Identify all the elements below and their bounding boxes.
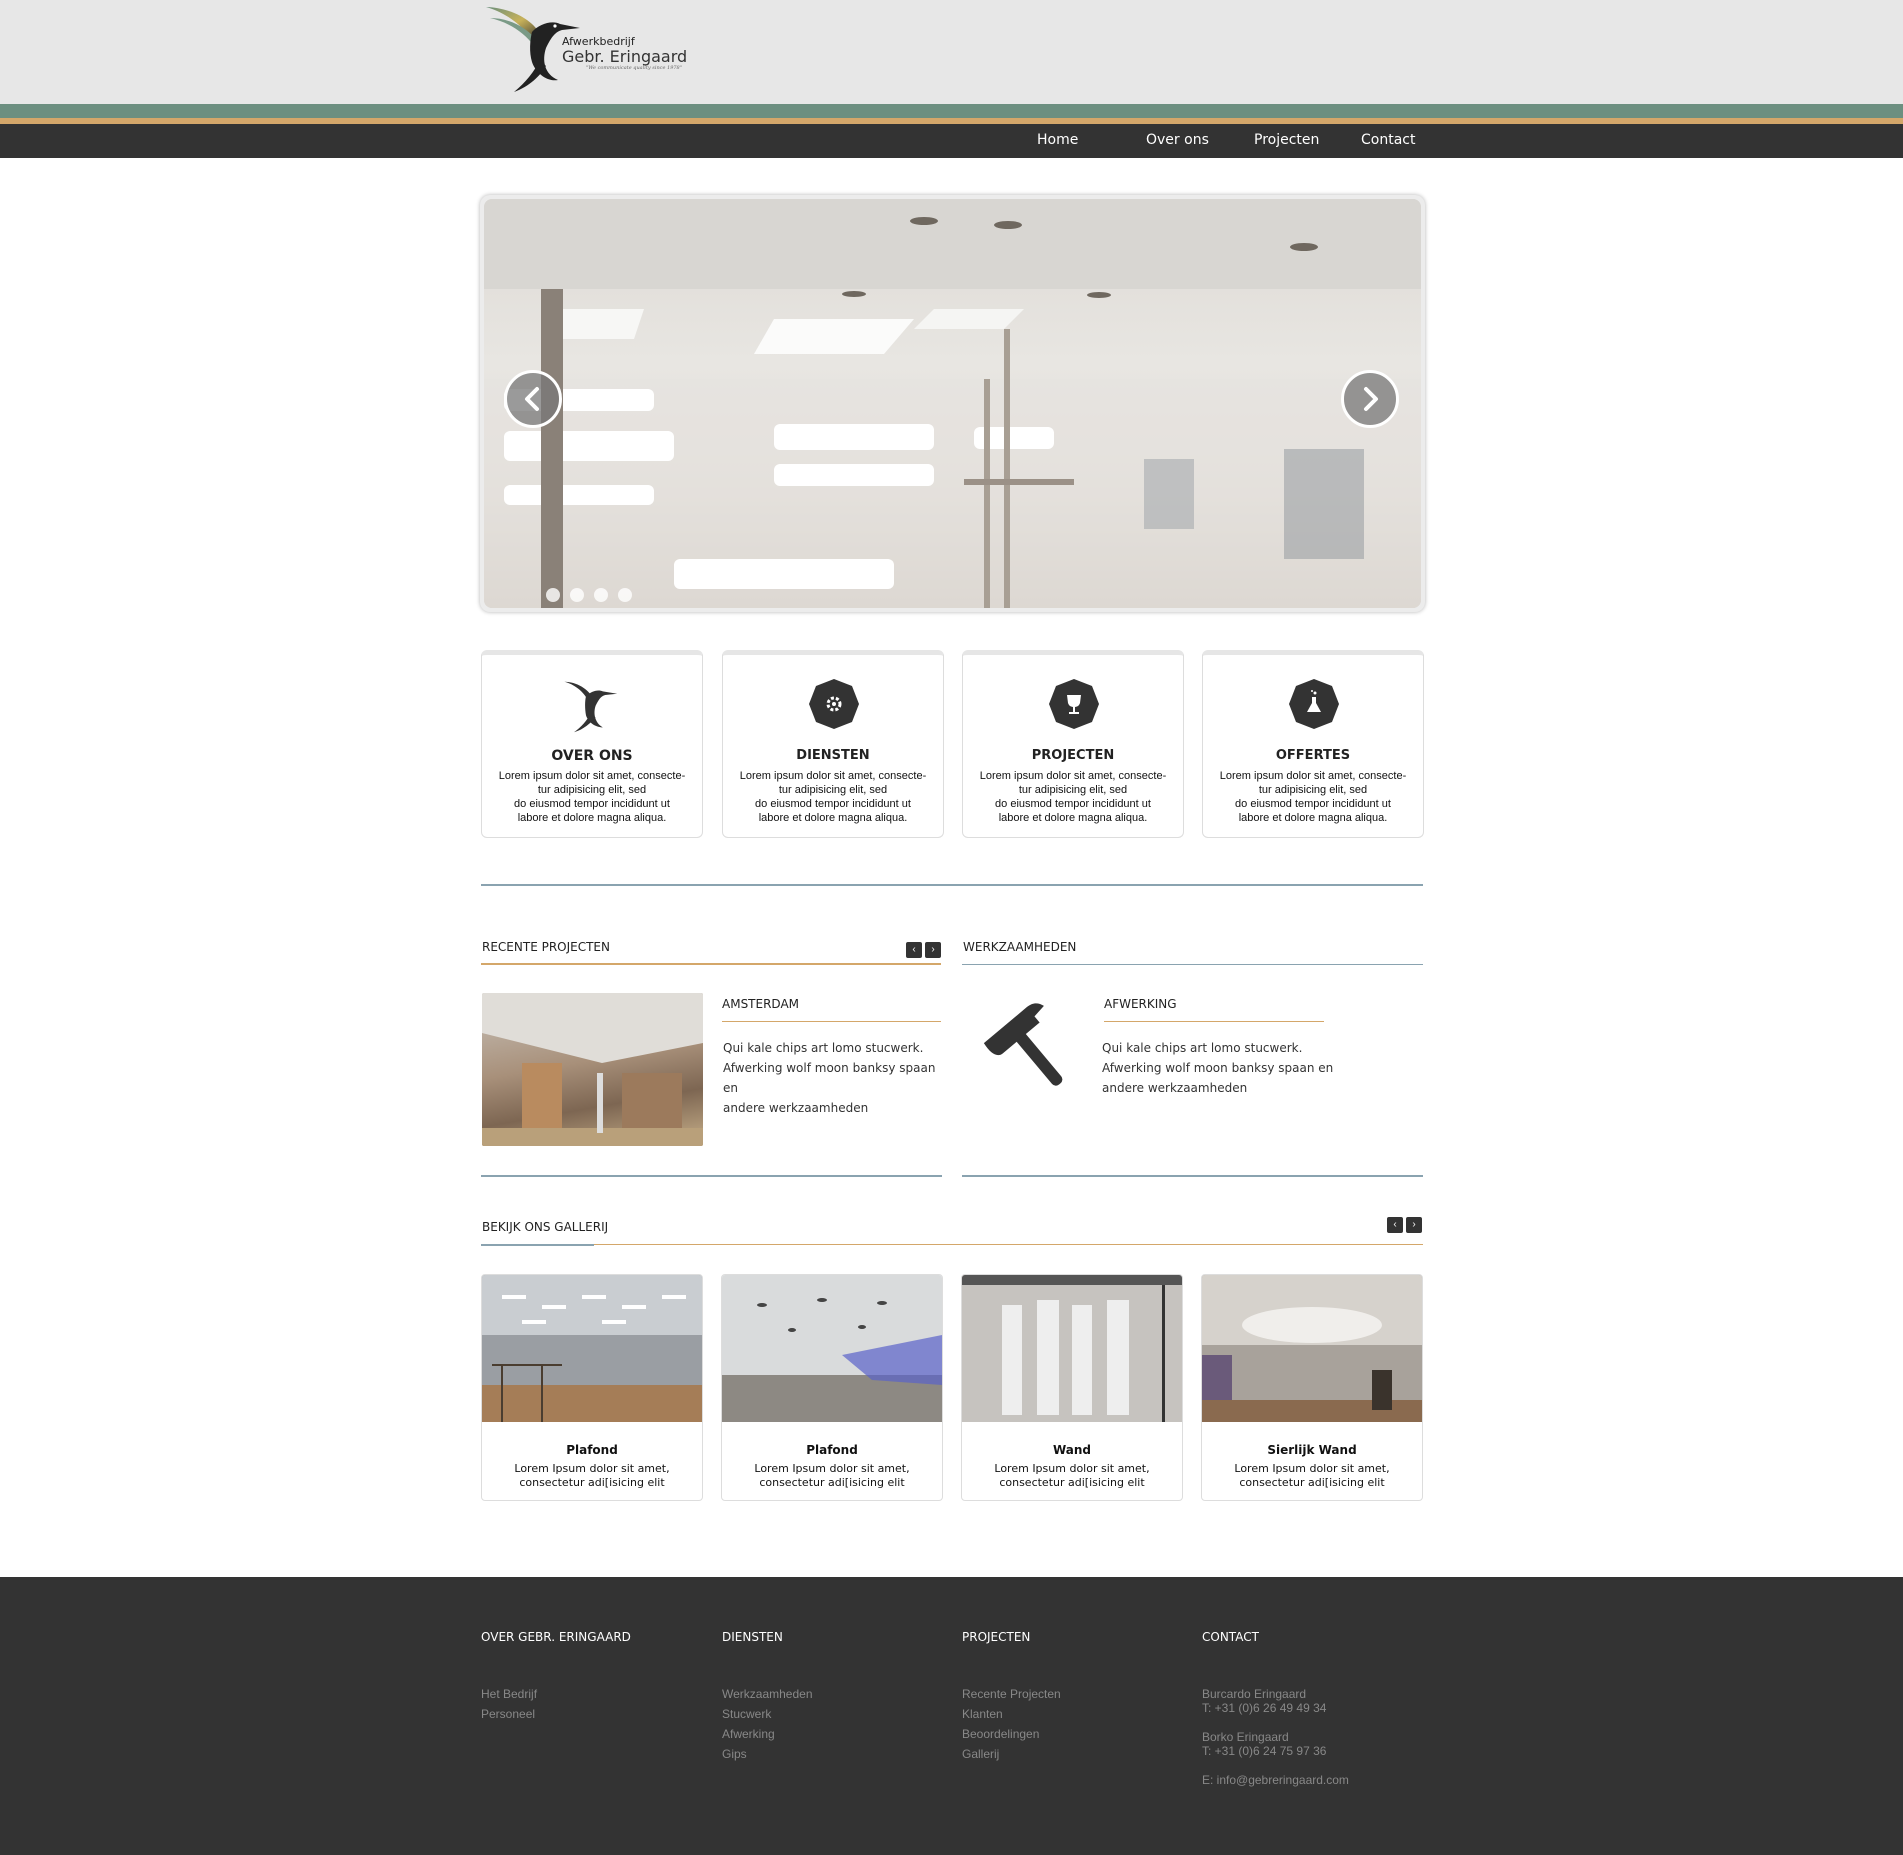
hammer-icon [983,1003,1063,1086]
feature-offertes[interactable]: OFFERTES Lorem ipsum dolor sit amet, con… [1202,650,1424,838]
footer-link-afwerking[interactable]: Afwerking [722,1727,775,1741]
gallery-title: Wand [1052,1443,1092,1457]
slider-dot-1[interactable] [546,588,560,602]
feature-title: OFFERTES [1275,748,1351,763]
recent-next-button[interactable]: › [925,942,941,958]
project-photo [482,993,703,1146]
divider [481,884,1423,886]
chevron-left-icon [525,387,539,411]
gallery-title: Plafond [806,1443,858,1457]
trophy-icon [1049,679,1099,729]
gallery-photo [722,1275,942,1422]
slider-dot-4[interactable] [618,588,632,602]
gallery-underline [481,1244,1423,1245]
contact-2-name: Borko Eringaard [1202,1730,1289,1744]
gallery-card-1[interactable]: Plafond Lorem Ipsum dolor sit amet, cons… [481,1274,703,1501]
feature-over-ons[interactable]: OVER ONS Lorem ipsum dolor sit amet, con… [481,650,703,838]
feature-diensten[interactable]: DIENSTEN Lorem ipsum dolor sit amet, con… [722,650,944,838]
header-stripe-green [0,104,1903,118]
nav-home[interactable]: Home [1037,124,1078,158]
feature-title: OVER ONS [551,748,633,764]
feature-text: Lorem ipsum dolor sit amet, consecte- tu… [729,769,937,825]
main-nav: Home Over ons Projecten Contact [0,124,1903,158]
gallery-underline-accent [481,1244,594,1246]
nav-contact[interactable]: Contact [1361,124,1415,158]
work-title-underline [1104,1021,1324,1022]
feature-text-body: Lorem ipsum dolor sit amet, consecte- tu… [979,770,1167,824]
feature-text: Lorem ipsum dolor sit amet, consecte- tu… [1209,769,1417,825]
gallery-photo [962,1275,1182,1422]
contact-1-name: Burcardo Eringaard [1202,1687,1307,1701]
feature-text-body: Lorem ipsum dolor sit amet, consecte- tu… [1219,770,1407,824]
project-title-underline [722,1021,941,1022]
feature-text-body: Lorem ipsum dolor sit amet, consecte- tu… [739,770,927,824]
flask-icon [1289,679,1339,729]
feature-title: DIENSTEN [796,748,870,763]
project-title[interactable]: AMSTERDAM [722,997,799,1011]
hummingbird-icon [564,681,618,733]
gallery-text: Lorem Ipsum dolor sit amet, consectetur … [514,1462,670,1489]
footer-link-werkzaamheden[interactable]: Werkzaamheden [722,1687,813,1701]
gallery-label: BEKIJK ONS GALLERIJ [482,1220,609,1234]
gallery-text: Lorem Ipsum dolor sit amet, consectetur … [994,1462,1150,1489]
footer-head-projecten: PROJECTEN [962,1630,1031,1644]
recent-prev-button[interactable]: ‹ [906,942,922,958]
divider-left [481,1175,942,1177]
gallery-prev-button[interactable]: ‹ [1387,1217,1403,1233]
gallery-title: Sierlijk Wand [1267,1443,1357,1457]
gallery-card-4[interactable]: Sierlijk Wand Lorem Ipsum dolor sit amet… [1201,1274,1423,1501]
werkzaamheden-underline [962,964,1423,965]
gallery-card-3[interactable]: Wand Lorem Ipsum dolor sit amet, consect… [961,1274,1183,1501]
footer-link-stucwerk[interactable]: Stucwerk [722,1707,771,1721]
brand-tagline: "We communicate quality since 1978" [586,65,683,71]
contact-email[interactable]: E: info@gebreringaard.com [1202,1773,1349,1787]
footer-link-beoordelingen[interactable]: Beoordelingen [962,1727,1039,1741]
project-image-amsterdam[interactable] [482,993,703,1146]
contact-2-phone: T: +31 (0)6 24 75 97 36 [1202,1744,1327,1758]
work-text: Qui kale chips art lomo stucwerk. Afwerk… [1102,1041,1334,1095]
footer-link-gallerij[interactable]: Gallerij [962,1747,999,1761]
footer-link-het-bedrijf[interactable]: Het Bedrijf [481,1687,537,1701]
project-text: Qui kale chips art lomo stucwerk. Afwerk… [723,1041,936,1115]
werkzaamheden-label: WERKZAAMHEDEN [963,940,1077,954]
site-footer [0,1577,1903,1855]
nav-projecten[interactable]: Projecten [1254,124,1319,158]
slider-dot-3[interactable] [594,588,608,602]
slider-dot-2[interactable] [570,588,584,602]
gallery-photo [482,1275,702,1422]
feature-projecten[interactable]: PROJECTEN Lorem ipsum dolor sit amet, co… [962,650,1184,838]
feature-text-body: Lorem ipsum dolor sit amet, consecte- tu… [498,770,686,824]
chevron-right-icon [1364,387,1378,411]
site-header [0,0,1903,104]
slide-photo [484,199,1421,608]
nav-over-ons[interactable]: Over ons [1146,124,1209,158]
footer-link-gips[interactable]: Gips [722,1747,747,1761]
brand-name: Gebr. Eringaard [562,47,688,66]
slide-image [484,199,1421,608]
gallery-text: Lorem Ipsum dolor sit amet, consectetur … [1234,1462,1390,1489]
feature-text: Lorem ipsum dolor sit amet, consecte- tu… [488,769,696,825]
footer-head-diensten: DIENSTEN [722,1630,783,1644]
footer-head-contact: CONTACT [1202,1630,1259,1644]
contact-1-phone: T: +31 (0)6 26 49 49 34 [1202,1701,1327,1715]
gallery-next-button[interactable]: › [1406,1217,1422,1233]
hero-slider [480,195,1425,612]
footer-link-personeel[interactable]: Personeel [481,1707,535,1721]
divider-right [962,1175,1423,1177]
footer-link-klanten[interactable]: Klanten [962,1707,1003,1721]
gear-icon [809,679,859,729]
recent-projects-label: RECENTE PROJECTEN [482,940,610,954]
gallery-title: Plafond [566,1443,618,1457]
feature-title: PROJECTEN [1031,748,1115,763]
gallery-text: Lorem Ipsum dolor sit amet, consectetur … [754,1462,910,1489]
slider-prev-button[interactable] [504,370,562,428]
slider-next-button[interactable] [1341,370,1399,428]
feature-text: Lorem ipsum dolor sit amet, consecte- tu… [969,769,1177,825]
footer-link-recente-projecten[interactable]: Recente Projecten [962,1687,1061,1701]
gallery-photo [1202,1275,1422,1422]
footer-head-about: OVER GEBR. ERINGAARD [481,1630,631,1644]
recent-underline [481,963,941,965]
work-title[interactable]: AFWERKING [1104,997,1177,1011]
gallery-card-2[interactable]: Plafond Lorem Ipsum dolor sit amet, cons… [721,1274,943,1501]
